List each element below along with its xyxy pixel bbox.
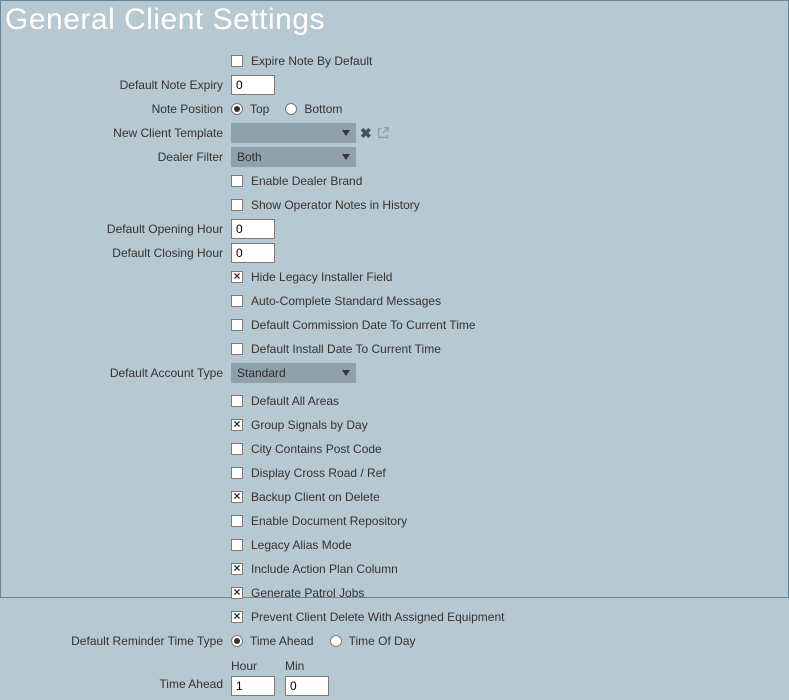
settings-form: Expire Note By Default Default Note Expi… <box>1 51 788 700</box>
default-install-date-label: Default Install Date To Current Time <box>251 342 441 356</box>
dealer-filter-value: Both <box>237 150 262 164</box>
default-closing-hour-input[interactable] <box>231 243 275 263</box>
time-ahead-label: Time Ahead <box>1 659 231 691</box>
legacy-alias-checkbox[interactable] <box>231 539 243 551</box>
note-position-bottom-radio[interactable] <box>285 103 297 115</box>
time-ahead-min-input[interactable] <box>285 676 329 696</box>
backup-client-checkbox[interactable] <box>231 491 243 503</box>
include-action-plan-label: Include Action Plan Column <box>251 562 398 576</box>
hour-caption: Hour <box>231 659 257 673</box>
note-position-top-label: Top <box>250 102 269 116</box>
default-install-date-checkbox[interactable] <box>231 343 243 355</box>
display-cross-road-checkbox[interactable] <box>231 467 243 479</box>
new-client-template-label: New Client Template <box>1 126 231 140</box>
default-all-areas-checkbox[interactable] <box>231 395 243 407</box>
prevent-client-delete-label: Prevent Client Delete With Assigned Equi… <box>251 610 504 624</box>
hide-legacy-installer-label: Hide Legacy Installer Field <box>251 270 392 284</box>
auto-complete-msgs-checkbox[interactable] <box>231 295 243 307</box>
include-action-plan-checkbox[interactable] <box>231 563 243 575</box>
default-commission-date-label: Default Commission Date To Current Time <box>251 318 476 332</box>
default-account-type-label: Default Account Type <box>1 366 231 380</box>
hide-legacy-installer-checkbox[interactable] <box>231 271 243 283</box>
note-position-top-radio[interactable] <box>231 103 243 115</box>
dealer-filter-dropdown[interactable]: Both <box>231 147 356 167</box>
dealer-filter-label: Dealer Filter <box>1 150 231 164</box>
default-opening-hour-input[interactable] <box>231 219 275 239</box>
default-reminder-type-label: Default Reminder Time Type <box>1 634 231 648</box>
min-caption: Min <box>285 659 304 673</box>
generate-patrol-checkbox[interactable] <box>231 587 243 599</box>
clear-template-icon[interactable]: ✖ <box>360 126 372 140</box>
note-position-label: Note Position <box>1 102 231 116</box>
default-account-type-dropdown[interactable]: Standard <box>231 363 356 383</box>
city-postcode-checkbox[interactable] <box>231 443 243 455</box>
default-note-expiry-input[interactable] <box>231 75 275 95</box>
legacy-alias-label: Legacy Alias Mode <box>251 538 352 552</box>
chevron-down-icon <box>342 370 350 376</box>
reminder-time-of-day-label: Time Of Day <box>349 634 416 648</box>
reminder-time-of-day-radio[interactable] <box>330 635 342 647</box>
default-commission-date-checkbox[interactable] <box>231 319 243 331</box>
note-position-bottom-label: Bottom <box>304 102 342 116</box>
chevron-down-icon <box>342 154 350 160</box>
new-client-template-dropdown[interactable] <box>231 123 356 143</box>
reminder-time-ahead-label: Time Ahead <box>250 634 314 648</box>
expire-note-label: Expire Note By Default <box>251 54 372 68</box>
group-signals-checkbox[interactable] <box>231 419 243 431</box>
prevent-client-delete-checkbox[interactable] <box>231 611 243 623</box>
default-opening-hour-label: Default Opening Hour <box>1 222 231 236</box>
default-closing-hour-label: Default Closing Hour <box>1 246 231 260</box>
enable-dealer-brand-checkbox[interactable] <box>231 175 243 187</box>
auto-complete-msgs-label: Auto-Complete Standard Messages <box>251 294 441 308</box>
external-link-icon[interactable] <box>376 126 390 140</box>
chevron-down-icon <box>342 130 350 136</box>
backup-client-label: Backup Client on Delete <box>251 490 380 504</box>
show-operator-notes-label: Show Operator Notes in History <box>251 198 420 212</box>
page-title: General Client Settings <box>5 3 325 37</box>
city-postcode-label: City Contains Post Code <box>251 442 382 456</box>
default-account-type-value: Standard <box>237 366 286 380</box>
reminder-time-ahead-radio[interactable] <box>231 635 243 647</box>
expire-note-checkbox[interactable] <box>231 55 243 67</box>
enable-doc-repo-label: Enable Document Repository <box>251 514 407 528</box>
show-operator-notes-checkbox[interactable] <box>231 199 243 211</box>
group-signals-label: Group Signals by Day <box>251 418 368 432</box>
default-all-areas-label: Default All Areas <box>251 394 339 408</box>
enable-dealer-brand-label: Enable Dealer Brand <box>251 174 362 188</box>
enable-doc-repo-checkbox[interactable] <box>231 515 243 527</box>
default-note-expiry-label: Default Note Expiry <box>1 78 231 92</box>
display-cross-road-label: Display Cross Road / Ref <box>251 466 386 480</box>
time-ahead-hour-input[interactable] <box>231 676 275 696</box>
